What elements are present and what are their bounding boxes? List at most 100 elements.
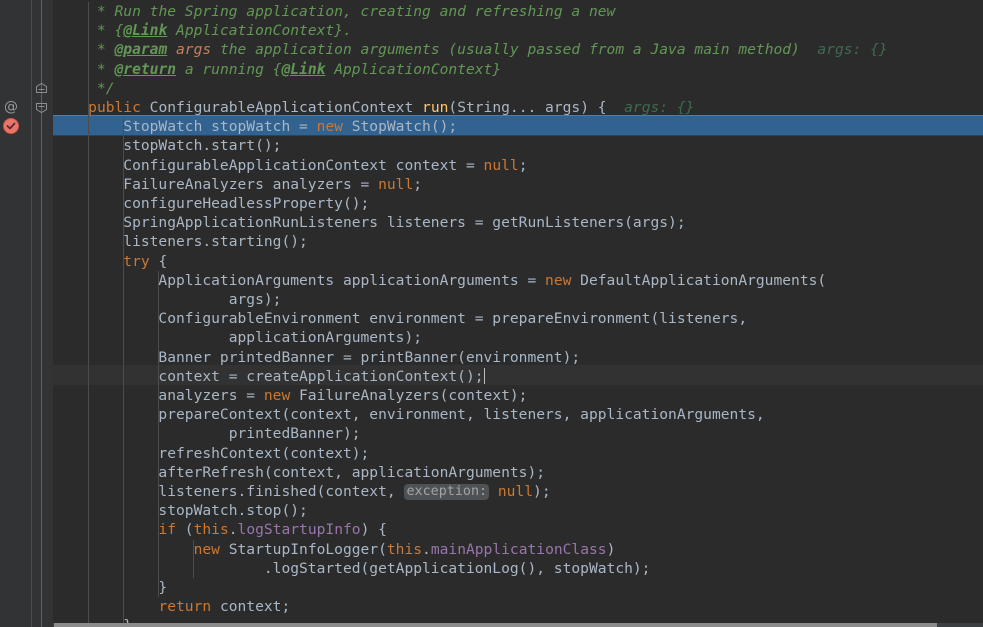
code-token: ;: [413, 175, 423, 193]
editor-gutter[interactable]: [0, 0, 31, 627]
code-token: {: [114, 22, 124, 40]
code-token: ): [606, 540, 616, 558]
code-line[interactable]: * Run the Spring application, creating a…: [53, 2, 983, 21]
code-line[interactable]: * {@Link ApplicationContext}.: [53, 21, 983, 40]
code-line[interactable]: new StartupInfoLogger(this.mainApplicati…: [53, 540, 983, 559]
code-line[interactable]: public ConfigurableApplicationContext ru…: [53, 98, 983, 117]
code-token: ApplicationContext}.: [167, 22, 352, 40]
editor-text-area[interactable]: * Run the Spring application, creating a…: [53, 0, 983, 627]
code-token: DefaultApplicationArguments(: [571, 271, 827, 289]
code-token: a running {: [176, 60, 282, 78]
code-token: mainApplicationClass: [430, 540, 607, 558]
code-token: */: [53, 79, 115, 97]
code-line[interactable]: try {: [53, 252, 983, 271]
code-line[interactable]: SpringApplicationRunListeners listeners …: [53, 213, 983, 232]
code-token: listeners.starting();: [53, 233, 308, 251]
code-line[interactable]: analyzers = new FailureAnalyzers(context…: [53, 386, 983, 405]
code-line[interactable]: return context;: [53, 597, 983, 616]
code-token: args: {}: [799, 41, 888, 59]
parameter-inlay-hint[interactable]: exception:: [404, 484, 490, 500]
code-token: afterRefresh(context, applicationArgumen…: [53, 463, 546, 481]
code-token: Banner printedBanner = printBanner(envir…: [53, 348, 581, 366]
code-token: .: [422, 540, 431, 558]
code-line[interactable]: stopWatch.stop();: [53, 501, 983, 520]
code-token: run: [422, 99, 449, 116]
code-token: .: [228, 521, 238, 539]
code-token: refreshContext(context);: [53, 444, 370, 462]
code-token: FailureAnalyzers(context);: [290, 387, 528, 404]
annotation-at-icon[interactable]: @: [2, 98, 20, 117]
horizontal-scrollbar-thumb[interactable]: [54, 623, 937, 627]
code-token: context = createApplicationContext();: [53, 367, 484, 385]
code-line[interactable]: afterRefresh(context, applicationArgumen…: [53, 463, 983, 482]
code-line[interactable]: applicationArguments);: [53, 328, 983, 347]
code-token: ApplicationArguments applicationArgument…: [53, 271, 546, 289]
code-line[interactable]: configureHeadlessProperty();: [53, 194, 983, 213]
code-token: *: [53, 41, 115, 59]
code-line[interactable]: * @param args the application arguments …: [53, 40, 983, 59]
code-token: configureHeadlessProperty();: [53, 195, 370, 212]
fold-marker-method[interactable]: [34, 100, 49, 115]
code-line[interactable]: ConfigurableApplicationContext context =…: [53, 156, 983, 175]
code-token: the application arguments (usually passe…: [211, 41, 800, 59]
code-token: );: [533, 483, 551, 500]
code-token: ApplicationContext}: [325, 60, 502, 78]
code-token: args);: [53, 291, 282, 308]
code-line[interactable]: printedBanner);: [53, 424, 983, 443]
code-token: }: [53, 579, 168, 596]
code-token: ConfigurableEnvironment environment = pr…: [53, 310, 748, 328]
text-caret: [483, 367, 485, 384]
code-token: printedBanner);: [53, 425, 361, 443]
code-token: args: [167, 41, 212, 59]
code-line[interactable]: */: [53, 79, 983, 98]
code-token: args: {}: [606, 99, 695, 116]
code-token: *: [53, 60, 115, 78]
code-token: *: [53, 3, 115, 20]
code-editor-window[interactable]: * Run the Spring application, creating a…: [0, 0, 983, 627]
code-line[interactable]: ConfigurableEnvironment environment = pr…: [53, 309, 983, 328]
code-line[interactable]: listeners.finished(context, exception: n…: [53, 482, 983, 501]
code-line[interactable]: StopWatch stopWatch = new StopWatch();: [53, 117, 983, 136]
code-token: ConfigurableApplicationContext context =: [53, 156, 484, 174]
code-token: (: [176, 521, 194, 539]
code-token: @Link: [281, 60, 326, 78]
code-token: public: [88, 99, 141, 116]
code-line[interactable]: prepareContext(context, environment, lis…: [53, 405, 983, 424]
check-icon: [6, 122, 16, 130]
code-token: null: [378, 175, 414, 193]
fold-marker-javadoc[interactable]: [34, 82, 49, 97]
code-token: ) {: [360, 521, 387, 539]
code-token: .logStarted(getApplicationLog(), stopWat…: [53, 559, 651, 577]
code-token: new: [316, 118, 343, 136]
code-line[interactable]: args);: [53, 290, 983, 309]
code-line[interactable]: .logStarted(getApplicationLog(), stopWat…: [53, 559, 983, 578]
code-token: try: [123, 252, 150, 270]
code-line[interactable]: stopWatch.start();: [53, 136, 983, 155]
code-token: analyzers =: [53, 387, 264, 404]
code-token: StartupInfoLogger(: [219, 540, 387, 558]
code-token: context;: [211, 598, 291, 616]
code-token: @Link: [123, 22, 168, 40]
code-line[interactable]: listeners.starting();: [53, 232, 983, 251]
code-token: Run the Spring application, creating and…: [114, 3, 616, 20]
code-line[interactable]: }: [53, 578, 983, 597]
code-line[interactable]: if (this.logStartupInfo) {: [53, 520, 983, 539]
code-token: null: [497, 483, 534, 500]
code-line[interactable]: Banner printedBanner = printBanner(envir…: [53, 348, 983, 367]
code-token: {: [149, 252, 168, 270]
chevron-collapse-icon: [36, 82, 47, 93]
code-token: applicationArguments);: [53, 329, 423, 347]
code-token: StopWatch();: [342, 118, 458, 136]
code-line[interactable]: refreshContext(context);: [53, 444, 983, 463]
code-line[interactable]: * @return a running {@Link ApplicationCo…: [53, 60, 983, 79]
code-token: new: [193, 540, 220, 558]
code-line[interactable]: FailureAnalyzers analyzers = null;: [53, 175, 983, 194]
code-line[interactable]: ApplicationArguments applicationArgument…: [53, 271, 983, 290]
code-line[interactable]: context = createApplicationContext();: [53, 367, 983, 386]
gutter-divider: [31, 0, 32, 627]
